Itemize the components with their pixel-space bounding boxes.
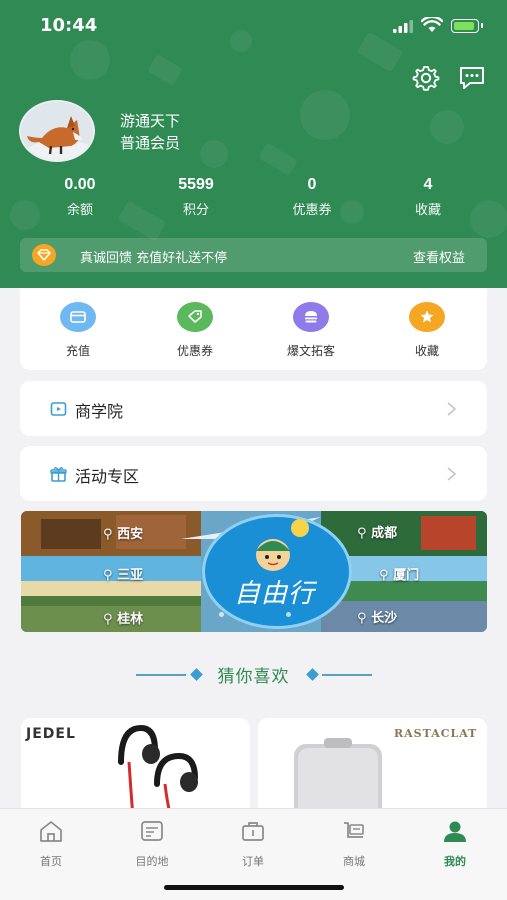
menu-row-activities[interactable]: 活动专区 [20,446,487,501]
banner-city: ⚲ 西安 [103,527,144,542]
gift-icon [50,467,67,482]
academy-icon [50,402,67,416]
diamond-badge-icon [32,244,56,266]
status-time: 10:44 [40,15,98,36]
fox-avatar-image [21,102,93,160]
carousel-dot[interactable] [286,612,291,617]
tab-home[interactable]: 首页 [11,819,91,869]
quick-action-label: 优惠券 [176,344,213,358]
menu-row-label: 活动专区 [75,467,140,486]
quick-action-viral-posts[interactable]: 爆文拓客 [261,302,361,359]
chevron-right-icon [447,467,457,481]
view-benefits-link[interactable]: 查看权益 [413,247,465,266]
quick-actions-card: 充值 优惠券 爆文拓客 收藏 [20,288,487,370]
stat-favorites[interactable]: 4 收藏 [383,176,473,218]
quick-action-recharge[interactable]: 充值 [28,302,128,359]
profile-header: 10:44 游通天下 普通会员 0.00 余额 5599 积分 0 优惠券 4 … [0,0,507,288]
tab-label: 订单 [242,855,264,868]
message-icon[interactable] [458,64,486,92]
banner-city: ⚲ 长沙 [357,611,398,626]
tab-label: 目的地 [135,855,169,868]
quick-action-label: 爆文拓客 [286,344,335,358]
mall-icon [344,822,364,838]
quick-action-label: 充值 [65,344,90,358]
stat-value: 5599 [178,176,214,193]
stat-label: 余额 [66,203,93,218]
tab-profile[interactable]: 我的 [415,819,495,869]
tab-label: 首页 [40,855,62,868]
tab-label: 我的 [444,855,466,868]
home-indicator [164,885,344,890]
status-bar: 10:44 [0,0,507,54]
stat-label: 积分 [182,203,209,218]
menu-row-academy[interactable]: 商学院 [20,381,487,436]
battery-icon [451,19,483,33]
settings-gear-icon[interactable] [412,64,440,92]
travel-banner[interactable]: 自由行 ⚲ 西安 ⚲ 三亚 ⚲ 桂林 ⚲ 成都 ⚲ 厦门 ⚲ 长沙 [21,511,487,632]
profile-icon [444,821,466,842]
quick-action-favorites[interactable]: 收藏 [377,302,477,359]
stat-points[interactable]: 5599 积分 [151,176,241,218]
product-card[interactable]: JEDEL [21,718,250,818]
banner-city: ⚲ 桂林 [103,612,144,627]
promo-bar[interactable]: 真诚回馈 充值好礼送不停 查看权益 [20,238,487,272]
carousel-dot[interactable] [219,612,224,617]
banner-city: ⚲ 成都 [357,526,398,541]
stat-value: 4 [423,176,433,193]
tab-mall[interactable]: 商城 [314,819,394,869]
banner-slogan: 自由行 [234,579,316,609]
member-level: 普通会员 [120,134,181,152]
product-brand: JEDEL [26,726,76,742]
banner-city: ⚲ 厦门 [379,568,420,583]
banner-city: ⚲ 三亚 [103,568,144,583]
section-title: 猜你喜欢 [217,667,290,687]
product-brand: RASTACLAT [394,727,478,740]
signal-icon [393,20,413,33]
sun-icon [291,519,309,537]
divider-line [322,674,372,676]
stat-value: 0.00 [64,176,96,193]
wifi-icon [421,17,443,32]
stat-label: 优惠券 [292,203,332,218]
tab-destination[interactable]: 目的地 [112,819,192,869]
home-icon [40,821,62,842]
chevron-right-icon [447,402,457,416]
avatar[interactable] [19,100,95,162]
menu-row-label: 商学院 [75,402,124,421]
stat-coupons[interactable]: 0 优惠券 [267,176,357,218]
order-icon [242,822,264,841]
wallet-icon [60,302,96,332]
tab-label: 商城 [343,855,365,868]
stat-value: 0 [307,176,317,193]
stat-label: 收藏 [414,203,441,218]
burger-icon [293,302,329,332]
quick-action-label: 收藏 [414,344,439,358]
destination-icon [141,821,163,841]
tag-icon [177,302,213,332]
user-name: 游通天下 [120,112,181,130]
tab-orders[interactable]: 订单 [213,819,293,869]
promo-text: 真诚回馈 充值好礼送不停 [80,251,228,266]
product-card[interactable]: RASTACLAT [258,718,487,818]
phone-case-image [294,738,382,818]
earphones-image [118,724,198,818]
stat-balance[interactable]: 0.00 余额 [35,176,125,218]
star-icon [409,302,445,332]
quick-action-coupon[interactable]: 优惠券 [145,302,245,359]
